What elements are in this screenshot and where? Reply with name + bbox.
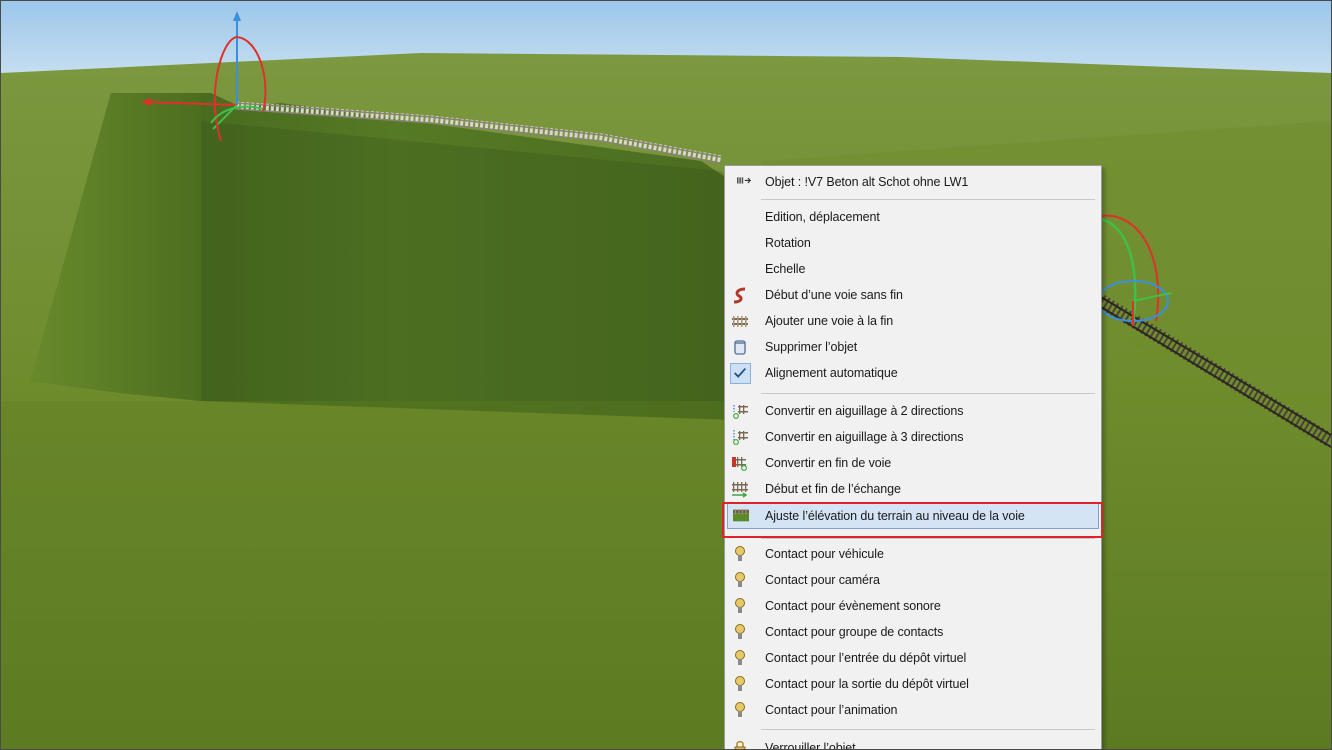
- menu-item-label: Rotation: [765, 236, 811, 250]
- menu-item-scale[interactable]: Echelle: [725, 256, 1101, 282]
- menu-item-label: Début d’une voie sans fin: [765, 288, 903, 302]
- menu-item-contact-sound[interactable]: Contact pour évènement sonore: [725, 593, 1101, 619]
- menu-item-delete-object[interactable]: Supprimer l’objet: [725, 334, 1101, 360]
- contact-icon: [735, 546, 745, 561]
- menu-item-contact-group[interactable]: Contact pour groupe de contacts: [725, 619, 1101, 645]
- menu-item-edit-move[interactable]: Edition, déplacement: [725, 204, 1101, 230]
- menu-item-contact-vehicle[interactable]: Contact pour véhicule: [725, 541, 1101, 567]
- menu-item-label: Contact pour la sortie du dépôt virtuel: [765, 677, 969, 691]
- menu-item-label: Edition, déplacement: [765, 210, 880, 224]
- lock-icon: [734, 740, 746, 749]
- menu-item-label: Convertir en fin de voie: [765, 456, 892, 470]
- menu-separator: [761, 393, 1095, 394]
- switch-2-icon: [733, 405, 748, 419]
- menu-item-label: Contact pour l’animation: [765, 703, 898, 717]
- menu-header-object: Objet : !V7 Beton alt Schot ohne LW1: [725, 169, 1101, 195]
- menu-item-endless-track[interactable]: Début d’une voie sans fin: [725, 282, 1101, 308]
- menu-separator: [761, 199, 1095, 200]
- menu-item-convert-track-end[interactable]: Convertir en fin de voie: [725, 450, 1101, 476]
- endless-track-icon: [733, 287, 746, 304]
- menu-item-auto-alignment[interactable]: Alignement automatique: [725, 360, 1101, 386]
- menu-item-label: Verrouiller l’objet: [765, 741, 856, 750]
- menu-separator: [761, 538, 1095, 539]
- track-object-icon: [737, 177, 752, 184]
- menu-item-label: Début et fin de l’échange: [765, 482, 901, 496]
- contact-icon: [735, 676, 745, 691]
- menu-item-convert-switch-2[interactable]: Convertir en aiguillage à 2 directions: [725, 398, 1101, 424]
- exchange-icon: [732, 482, 748, 498]
- menu-header-label: Objet : !V7 Beton alt Schot ohne LW1: [765, 175, 969, 189]
- menu-item-label: Supprimer l’objet: [765, 340, 858, 354]
- menu-item-rotation[interactable]: Rotation: [725, 230, 1101, 256]
- menu-item-label: Contact pour évènement sonore: [765, 599, 941, 613]
- context-menu: Objet : !V7 Beton alt Schot ohne LW1 Edi…: [724, 165, 1102, 750]
- menu-item-contact-depot-exit[interactable]: Contact pour la sortie du dépôt virtuel: [725, 671, 1101, 697]
- window-frame: Objet : !V7 Beton alt Schot ohne LW1 Edi…: [0, 0, 1332, 750]
- menu-item-contact-depot-entry[interactable]: Contact pour l’entrée du dépôt virtuel: [725, 645, 1101, 671]
- menu-item-contact-animation[interactable]: Contact pour l’animation: [725, 697, 1101, 723]
- menu-item-contact-camera[interactable]: Contact pour caméra: [725, 567, 1101, 593]
- menu-separator: [761, 729, 1095, 730]
- menu-item-label: Echelle: [765, 262, 806, 276]
- switch-3-icon: [733, 430, 748, 445]
- trash-icon: [734, 340, 746, 355]
- menu-item-add-track[interactable]: Ajouter une voie à la fin: [725, 308, 1101, 334]
- menu-item-lock-object[interactable]: Verrouiller l’objet: [725, 735, 1101, 750]
- add-track-icon: [732, 316, 748, 327]
- menu-item-label: Contact pour groupe de contacts: [765, 625, 944, 639]
- contact-icon: [735, 572, 745, 587]
- checkmark-icon: [734, 367, 746, 378]
- contact-icon: [735, 624, 745, 639]
- menu-item-label: Convertir en aiguillage à 2 directions: [765, 404, 964, 418]
- menu-item-label: Ajouter une voie à la fin: [765, 314, 894, 328]
- contact-icon: [735, 702, 745, 717]
- annotation-highlight-box: [722, 502, 1103, 538]
- menu-item-label: Contact pour caméra: [765, 573, 880, 587]
- contact-icon: [735, 650, 745, 665]
- menu-item-exchange[interactable]: Début et fin de l’échange: [725, 476, 1101, 502]
- menu-item-label: Alignement automatique: [765, 366, 898, 380]
- menu-item-label: Contact pour véhicule: [765, 547, 884, 561]
- menu-item-label: Contact pour l’entrée du dépôt virtuel: [765, 651, 967, 665]
- 3d-viewport[interactable]: [1, 1, 1331, 749]
- contact-icon: [735, 598, 745, 613]
- menu-item-label: Convertir en aiguillage à 3 directions: [765, 430, 964, 444]
- track-end-icon: [732, 457, 747, 471]
- menu-item-convert-switch-3[interactable]: Convertir en aiguillage à 3 directions: [725, 424, 1101, 450]
